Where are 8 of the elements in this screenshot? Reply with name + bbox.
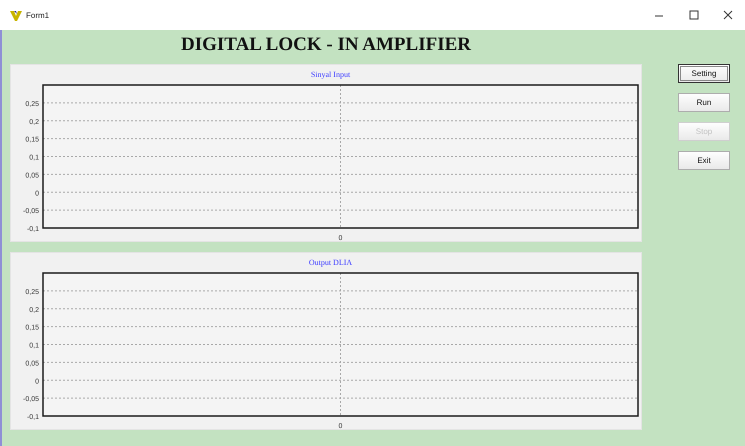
chart-title: Sinyal Input	[310, 70, 350, 79]
action-button[interactable]: Setting	[678, 64, 730, 83]
action-button[interactable]: Exit	[678, 151, 730, 170]
app-icon	[10, 10, 23, 20]
action-button[interactable]: Run	[678, 93, 730, 112]
app-heading: DIGITAL LOCK - IN AMPLIFIER	[180, 34, 472, 57]
window-title: Form1	[26, 10, 50, 20]
chart-title: Output DLIA	[308, 258, 352, 267]
